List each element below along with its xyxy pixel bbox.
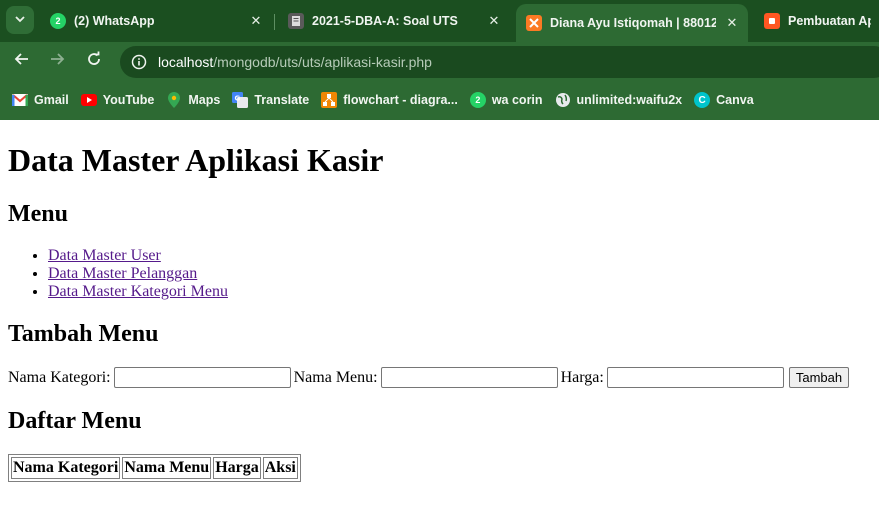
bookmark-label: flowchart - diagra...	[343, 93, 458, 107]
tab-divider	[274, 14, 275, 30]
forward-button[interactable]	[46, 50, 68, 72]
bookmark-label: wa corin	[491, 93, 543, 107]
globe-icon	[555, 92, 571, 108]
tab-strip: 2 (2) WhatsApp ✕ 2021-5-DBA-A: Soal UTS …	[0, 0, 879, 42]
tab-search-button[interactable]	[6, 6, 34, 34]
link-data-master-kategori-menu[interactable]: Data Master Kategori Menu	[48, 283, 228, 300]
arrow-right-icon	[49, 51, 65, 71]
list-item: Data Master Pelanggan	[48, 265, 871, 283]
close-icon[interactable]: ✕	[248, 14, 264, 29]
arrow-left-icon	[14, 51, 30, 71]
youtube-icon	[80, 92, 97, 108]
reload-icon	[86, 51, 102, 71]
link-data-master-pelanggan[interactable]: Data Master Pelanggan	[48, 265, 197, 282]
column-header-harga: Harga	[213, 457, 261, 479]
bookmarks-bar: Gmail YouTube Maps G Translate flowchart…	[0, 80, 879, 120]
bookmark-label: YouTube	[102, 93, 155, 107]
list-item: Data Master Kategori Menu	[48, 283, 871, 301]
whatsapp-icon: 2	[50, 13, 66, 29]
close-icon[interactable]: ✕	[724, 16, 740, 31]
navigation-toolbar: localhost/mongodb/uts/uts/aplikasi-kasir…	[0, 42, 879, 80]
page-title: Data Master Aplikasi Kasir	[8, 142, 384, 178]
tab-soal-uts[interactable]: 2021-5-DBA-A: Soal UTS ✕	[278, 6, 510, 36]
back-button[interactable]	[11, 50, 33, 72]
tab-pembuatan[interactable]: Pembuatan Aplik	[754, 6, 879, 36]
blogger-icon	[764, 13, 780, 29]
bookmark-wa-corin[interactable]: 2 wa corin	[468, 86, 553, 114]
tab-diana-active[interactable]: Diana Ayu Istiqomah | 8801202 ✕	[516, 4, 748, 42]
table-header-row: Nama Kategori Nama Menu Harga Aksi	[11, 457, 298, 479]
bookmark-label: unlimited:waifu2x	[576, 93, 683, 107]
column-header-nama-kategori: Nama Kategori	[11, 457, 121, 479]
bookmark-translate[interactable]: G Translate	[230, 86, 319, 114]
chevron-down-icon	[14, 13, 26, 28]
reload-button[interactable]	[83, 50, 105, 72]
xampp-icon	[526, 15, 542, 31]
translate-icon: G	[232, 92, 249, 108]
column-header-nama-menu: Nama Menu	[122, 457, 212, 479]
bookmark-label: Translate	[254, 93, 310, 107]
harga-input[interactable]	[606, 367, 784, 388]
bookmark-label: Canva	[716, 93, 754, 107]
tab-title: Diana Ayu Istiqomah | 8801202	[550, 16, 716, 30]
page-content: Data Master Aplikasi Kasir Menu Data Mas…	[0, 141, 879, 482]
menu-heading: Menu	[8, 201, 68, 227]
menu-name-input[interactable]	[380, 367, 558, 388]
tab-title: Pembuatan Aplik	[788, 14, 871, 28]
menu-table: Nama Kategori Nama Menu Harga Aksi	[8, 454, 301, 482]
link-data-master-user[interactable]: Data Master User	[48, 247, 161, 264]
add-menu-form: Nama Kategori: Nama Menu: Harga: Tambah	[8, 367, 871, 388]
drawio-icon	[321, 92, 338, 108]
document-icon	[288, 13, 304, 29]
bookmark-flowchart[interactable]: flowchart - diagra...	[319, 86, 468, 114]
list-item: Data Master User	[48, 247, 871, 265]
bookmark-label: Gmail	[34, 93, 69, 107]
address-bar[interactable]: localhost/mongodb/uts/uts/aplikasi-kasir…	[120, 46, 879, 78]
info-icon[interactable]	[128, 51, 150, 73]
bookmark-label: Maps	[188, 93, 221, 107]
url-path: /mongodb/uts/uts/aplikasi-kasir.php	[213, 54, 432, 70]
tab-title: (2) WhatsApp	[74, 14, 155, 28]
kategori-input[interactable]	[113, 367, 291, 388]
bookmark-youtube[interactable]: YouTube	[79, 86, 165, 114]
daftar-menu-heading: Daftar Menu	[8, 408, 142, 434]
tab-whatsapp[interactable]: 2 (2) WhatsApp ✕	[40, 6, 272, 36]
add-menu-heading: Tambah Menu	[8, 321, 159, 347]
kategori-label: Nama Kategori:	[8, 368, 111, 386]
gmail-icon	[12, 92, 28, 108]
bookmark-canva[interactable]: C Canva	[692, 86, 764, 114]
menu-name-label: Nama Menu:	[293, 368, 378, 386]
tambah-button[interactable]: Tambah	[788, 367, 850, 388]
harga-label: Harga:	[560, 368, 604, 386]
whatsapp-icon: 2	[469, 92, 486, 108]
menu-link-list: Data Master User Data Master Pelanggan D…	[8, 247, 871, 301]
column-header-aksi: Aksi	[262, 457, 298, 479]
canva-icon: C	[694, 92, 711, 108]
close-icon[interactable]: ✕	[486, 14, 502, 29]
bookmark-gmail[interactable]: Gmail	[10, 86, 79, 114]
maps-icon	[166, 92, 182, 108]
bookmark-maps[interactable]: Maps	[164, 86, 230, 114]
browser-chrome: 2 (2) WhatsApp ✕ 2021-5-DBA-A: Soal UTS …	[0, 0, 879, 120]
tab-title: 2021-5-DBA-A: Soal UTS	[312, 14, 458, 28]
url-host: localhost	[158, 54, 214, 70]
svg-text:G: G	[235, 95, 241, 103]
bookmark-waifu2x[interactable]: unlimited:waifu2x	[553, 86, 693, 114]
